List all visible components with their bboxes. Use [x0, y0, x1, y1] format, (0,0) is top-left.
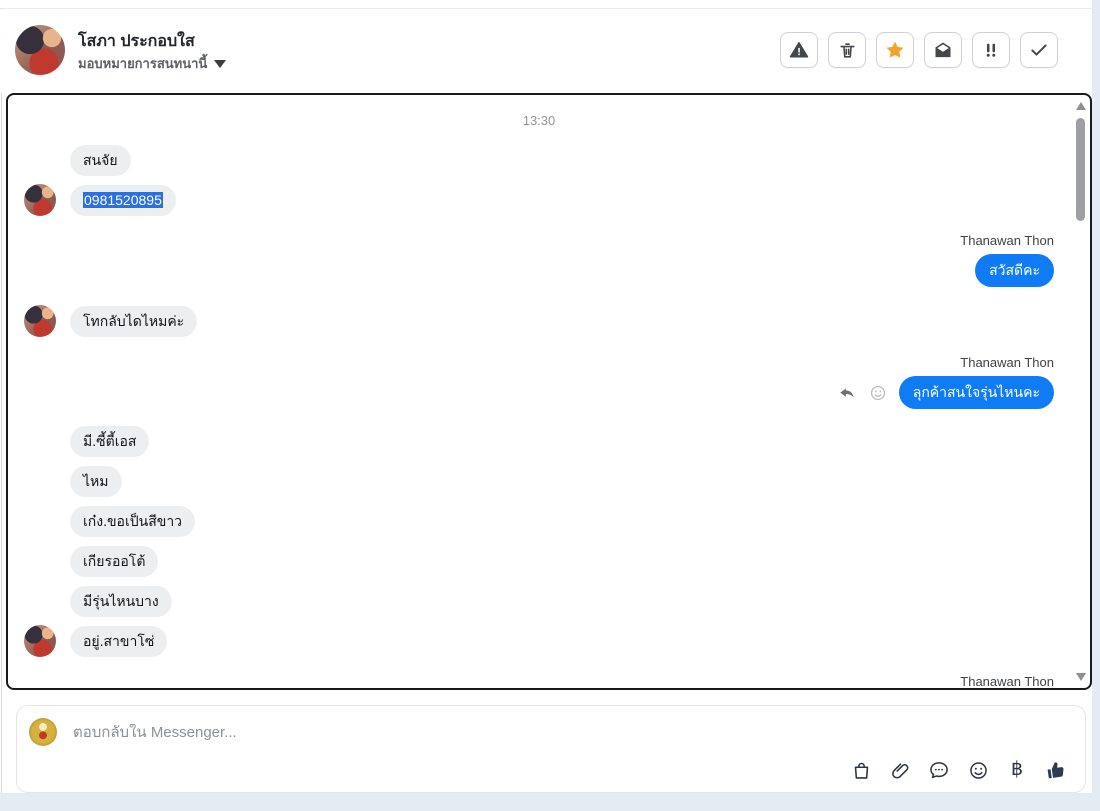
mark-done-button[interactable]	[1020, 32, 1058, 68]
avatar-spacer	[24, 144, 56, 176]
baht-icon[interactable]: ฿	[1006, 759, 1028, 781]
incoming-message-row: เก๋ง.ขอเป็นสีขาว	[24, 505, 1054, 537]
outgoing-message-bubble[interactable]: สวัสดีคะ	[975, 254, 1054, 287]
outgoing-message-row: ลุกค้าสนใจรุ่นไหนคะ	[24, 376, 1054, 409]
timestamp: 13:30	[522, 113, 556, 128]
incoming-message-bubble[interactable]: เกียรออโต้	[70, 545, 159, 577]
incoming-message-bubble[interactable]: มีรุ่นไหนบาง	[70, 585, 172, 617]
contact-avatar	[24, 184, 56, 216]
saved-replies-icon[interactable]	[928, 759, 950, 781]
avatar-spacer	[24, 425, 56, 457]
add-reaction-icon[interactable]	[869, 384, 887, 402]
incoming-message-bubble[interactable]: ไหม	[70, 465, 122, 497]
conversation-header: โสภา ประกอบใส มอบหมายการสนทนานี้	[0, 9, 1092, 93]
incoming-message-row: มีรุ่นไหนบาง	[24, 585, 1054, 617]
contact-avatar	[24, 625, 56, 657]
incoming-message-row: สนจัย	[24, 144, 1054, 176]
page-avatar	[29, 718, 57, 746]
avatar-spacer	[24, 545, 56, 577]
incoming-message-row: อยู่.สาขาโซ่	[24, 625, 1054, 657]
incoming-message-bubble[interactable]: มี.ซี้ตี้เอส	[70, 425, 150, 457]
scrollbar-thumb[interactable]	[1076, 118, 1085, 221]
contact-name: โสภา ประกอบใส	[78, 33, 195, 50]
delete-button[interactable]	[828, 32, 866, 68]
reply-icon[interactable]	[838, 384, 856, 402]
envelope-icon	[933, 40, 953, 60]
sender-name: Thanawan Thon	[960, 355, 1054, 370]
scrollbar[interactable]	[1074, 97, 1088, 686]
incoming-message-row: เกียรออโต้	[24, 545, 1054, 577]
reply-composer: ฿	[16, 705, 1086, 793]
check-icon	[1029, 40, 1049, 60]
mark-spam-button[interactable]	[972, 32, 1010, 68]
outgoing-message-header: Thanawan Thon	[24, 233, 1054, 248]
like-icon[interactable]	[1045, 759, 1067, 781]
avatar-spacer	[24, 505, 56, 537]
message-list: 13:30 สนจัย 0981520895 Thanawan Thon สวัสดี…	[8, 95, 1072, 688]
baht-symbol: ฿	[1010, 759, 1024, 780]
incoming-message-row: โทกลับไดไหมค่ะ	[24, 305, 1054, 337]
incoming-message-bubble[interactable]: 0981520895	[70, 184, 176, 216]
outgoing-message-header: Thanawan Thon	[24, 674, 1054, 688]
incoming-message-bubble[interactable]: อยู่.สาขาโซ่	[70, 625, 168, 657]
avatar-spacer	[24, 585, 56, 617]
sender-name: Thanawan Thon	[960, 233, 1054, 248]
scroll-down-arrow-icon[interactable]	[1076, 673, 1086, 681]
report-button[interactable]	[780, 32, 818, 68]
shopping-bag-icon[interactable]	[850, 759, 872, 781]
mark-unread-button[interactable]	[924, 32, 962, 68]
chat-scroll-area[interactable]: 13:30 สนจัย 0981520895 Thanawan Thon สวัสดี…	[6, 93, 1092, 690]
contact-avatar	[24, 305, 56, 337]
outgoing-message-bubble[interactable]: ลุกค้าสนใจรุ่นไหนคะ	[898, 376, 1054, 409]
header-actions	[780, 32, 1058, 68]
selected-text: 0981520895	[83, 191, 163, 208]
sender-name: Thanawan Thon	[960, 674, 1054, 688]
assign-conversation-dropdown[interactable]: มอบหมายการสนทนานี้	[78, 53, 227, 74]
reply-input[interactable]	[73, 724, 773, 741]
scroll-up-arrow-icon[interactable]	[1076, 102, 1086, 110]
emoji-icon[interactable]	[967, 759, 989, 781]
outgoing-message-header: Thanawan Thon	[24, 355, 1054, 370]
incoming-message-bubble[interactable]: โทกลับไดไหมค่ะ	[70, 305, 198, 337]
star-button[interactable]	[876, 32, 914, 68]
incoming-message-row: มี.ซี้ตี้เอส	[24, 425, 1054, 457]
chevron-down-icon	[214, 59, 227, 68]
incoming-message-row: ไหม	[24, 465, 1054, 497]
avatar-spacer	[24, 465, 56, 497]
double-exclamation-icon	[982, 41, 1000, 59]
warning-triangle-icon	[789, 40, 809, 60]
composer-icons: ฿	[850, 759, 1067, 781]
assign-conversation-label: มอบหมายการสนทนานี้	[78, 56, 208, 71]
star-icon	[884, 39, 906, 61]
message-hover-actions	[838, 384, 887, 402]
incoming-message-bubble[interactable]: สนจัย	[70, 144, 131, 176]
trash-icon	[838, 41, 857, 60]
outgoing-message-row: สวัสดีคะ	[24, 254, 1054, 287]
incoming-message-row: 0981520895	[24, 184, 1054, 216]
messenger-inbox-window: โสภา ประกอบใส มอบหมายการสนทนานี้ 13:30 ส…	[0, 0, 1100, 811]
contact-avatar[interactable]	[15, 25, 65, 75]
paperclip-icon[interactable]	[889, 759, 911, 781]
left-edge-line	[1, 8, 2, 793]
incoming-message-bubble[interactable]: เก๋ง.ขอเป็นสีขาว	[70, 505, 196, 537]
